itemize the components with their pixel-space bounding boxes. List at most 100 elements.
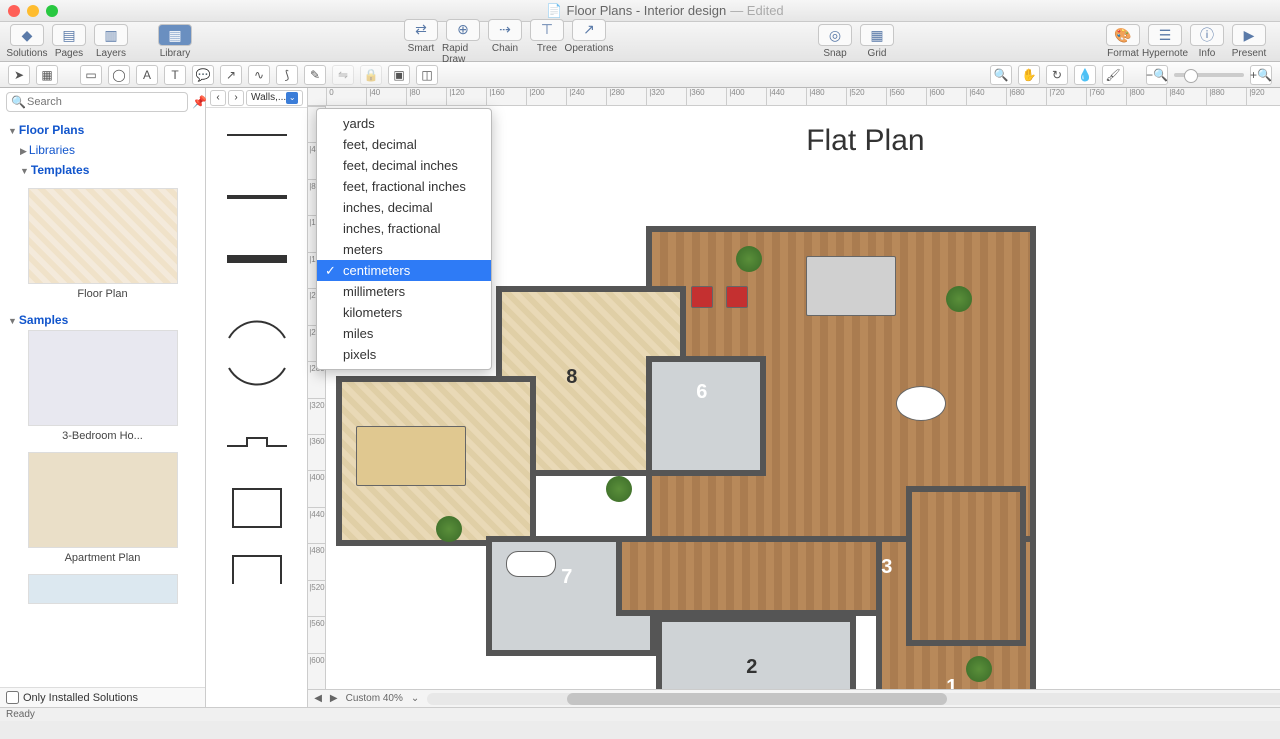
chain-icon: ⇢ <box>488 19 522 41</box>
zoom-slider[interactable] <box>1174 73 1244 77</box>
pages-button[interactable]: ▤Pages <box>48 24 90 59</box>
line-tool[interactable]: ↗ <box>220 65 242 85</box>
tree-samples[interactable]: ▼Samples <box>8 310 197 330</box>
lock-tool[interactable]: 🔒 <box>360 65 382 85</box>
grid-button[interactable]: ▦Grid <box>856 24 898 59</box>
zoom-label[interactable]: Custom 40% <box>346 693 403 704</box>
hypernote-button[interactable]: ☰Hypernote <box>1144 24 1186 59</box>
close-window-button[interactable] <box>8 5 20 17</box>
pen-tool[interactable]: ✎ <box>304 65 326 85</box>
tool-strip: ➤ ▦ ▭ ◯ A T 💬 ↗ ∿ ⟆ ✎ ⇋ 🔒 ▣ ◫ 🔍 ✋ ↻ 💧 🖌 … <box>0 62 1280 88</box>
solutions-button[interactable]: ◆Solutions <box>6 24 48 59</box>
stencil-arc-cw[interactable] <box>222 300 292 344</box>
h-scrollbar[interactable] <box>427 693 1280 705</box>
chevron-down-icon: ⌄ <box>286 92 298 104</box>
library-icon: ▦ <box>158 24 192 46</box>
units-option-centimeters[interactable]: centimeters <box>317 260 491 281</box>
group-tool[interactable]: ▣ <box>388 65 410 85</box>
units-option-yards[interactable]: yards <box>317 113 491 134</box>
units-option-feet-decimal-inches[interactable]: feet, decimal inches <box>317 155 491 176</box>
units-option-pixels[interactable]: pixels <box>317 344 491 365</box>
stencil-wall-thin[interactable] <box>222 114 292 158</box>
units-option-inches-decimal[interactable]: inches, decimal <box>317 197 491 218</box>
template-floor-plan[interactable]: Floor Plan <box>8 188 197 300</box>
layers-button[interactable]: ▥Layers <box>90 24 132 59</box>
page-nav-prev[interactable]: ◀ <box>314 693 322 704</box>
sample-extra[interactable] <box>8 574 197 604</box>
units-option-miles[interactable]: miles <box>317 323 491 344</box>
sample-3bedroom[interactable]: 3-Bedroom Ho... <box>8 330 197 442</box>
rotate-tool[interactable]: ↻ <box>1046 65 1068 85</box>
text-tool[interactable]: A <box>136 65 158 85</box>
zoom-in-button[interactable]: +🔍 <box>1250 65 1272 85</box>
stencil-forward-button[interactable]: › <box>228 90 244 106</box>
operations-button[interactable]: ↗Operations <box>568 19 610 65</box>
window-title-text: Floor Plans - Interior design <box>567 3 727 18</box>
tree-libraries[interactable]: ▶Libraries <box>6 140 199 160</box>
ungroup-tool[interactable]: ◫ <box>416 65 438 85</box>
chain-button[interactable]: ⇢Chain <box>484 19 526 65</box>
only-installed-input[interactable] <box>6 691 19 704</box>
zoom-window-button[interactable] <box>46 5 58 17</box>
spline-tool[interactable]: ∿ <box>248 65 270 85</box>
units-dropdown-menu: yardsfeet, decimalfeet, decimal inchesfe… <box>316 108 492 370</box>
units-option-inches-fractional[interactable]: inches, fractional <box>317 218 491 239</box>
pin-icon[interactable]: 📌 <box>192 95 207 109</box>
pan-tool[interactable]: ✋ <box>1018 65 1040 85</box>
mirror-tool[interactable]: ⇋ <box>332 65 354 85</box>
units-option-meters[interactable]: meters <box>317 239 491 260</box>
template-label: Floor Plan <box>8 288 197 300</box>
zoom-out-button[interactable]: −🔍 <box>1146 65 1168 85</box>
layers-icon: ▥ <box>94 24 128 46</box>
eyedropper-tool[interactable]: 💧 <box>1074 65 1096 85</box>
callout-tool[interactable]: 💬 <box>192 65 214 85</box>
zoom-tool[interactable]: 🔍 <box>990 65 1012 85</box>
snap-icon: ◎ <box>818 24 852 46</box>
units-option-millimeters[interactable]: millimeters <box>317 281 491 302</box>
edited-indicator: — Edited <box>730 3 783 18</box>
ruler-horizontal: 0|40|80|120|160|200|240|280|320|360|400|… <box>308 88 1280 106</box>
snap-button[interactable]: ◎Snap <box>814 24 856 59</box>
stencil-rect-open[interactable] <box>222 548 292 592</box>
smart-button[interactable]: ⇄Smart <box>400 19 442 65</box>
units-option-feet-fractional-inches[interactable]: feet, fractional inches <box>317 176 491 197</box>
minimize-window-button[interactable] <box>27 5 39 17</box>
page-nav-next[interactable]: ▶ <box>330 693 338 704</box>
units-option-feet-decimal[interactable]: feet, decimal <box>317 134 491 155</box>
sample-apartment[interactable]: Apartment Plan <box>8 452 197 564</box>
stencil-wall-thick[interactable] <box>222 238 292 282</box>
tree-button[interactable]: ⊤Tree <box>526 19 568 65</box>
stencil-wall-med[interactable] <box>222 176 292 220</box>
units-option-kilometers[interactable]: kilometers <box>317 302 491 323</box>
present-button[interactable]: ▶Present <box>1228 24 1270 59</box>
solutions-icon: ◆ <box>10 24 44 46</box>
stencil-arc-ccw[interactable] <box>222 362 292 406</box>
status-text: Ready <box>6 709 35 720</box>
library-button[interactable]: ▦Library <box>154 24 196 59</box>
tree-templates[interactable]: ▼Templates <box>6 160 199 180</box>
plan-title: Flat Plan <box>806 124 924 158</box>
format-button[interactable]: 🎨Format <box>1102 24 1144 59</box>
rapid-draw-button[interactable]: ⊕Rapid Draw <box>442 19 484 65</box>
tree-root-floor-plans[interactable]: ▼Floor Plans <box>6 120 199 140</box>
ellipse-tool[interactable]: ◯ <box>108 65 130 85</box>
stencil-category-dropdown[interactable]: Walls,...⌄ <box>246 90 303 106</box>
info-button[interactable]: ⓘInfo <box>1186 24 1228 59</box>
status-bar: Ready <box>0 707 1280 721</box>
window-title: 📄 Floor Plans - Interior design — Edited <box>58 3 1272 19</box>
arc-tool[interactable]: ⟆ <box>276 65 298 85</box>
stencil-notch[interactable] <box>222 424 292 468</box>
only-installed-checkbox[interactable]: Only Installed Solutions <box>0 687 205 707</box>
textbox-tool[interactable]: T <box>164 65 186 85</box>
sample-thumb <box>28 452 178 548</box>
rect-tool[interactable]: ▭ <box>80 65 102 85</box>
brush-tool[interactable]: 🖌 <box>1102 65 1124 85</box>
pages-icon: ▤ <box>52 24 86 46</box>
stencil-rect[interactable] <box>222 486 292 530</box>
zoom-chevron-icon[interactable]: ⌄ <box>411 693 419 704</box>
search-input[interactable] <box>6 92 188 112</box>
pointer-tool[interactable]: ➤ <box>8 65 30 85</box>
stencil-back-button[interactable]: ‹ <box>210 90 226 106</box>
rapid-draw-icon: ⊕ <box>446 19 480 41</box>
marquee-tool[interactable]: ▦ <box>36 65 58 85</box>
